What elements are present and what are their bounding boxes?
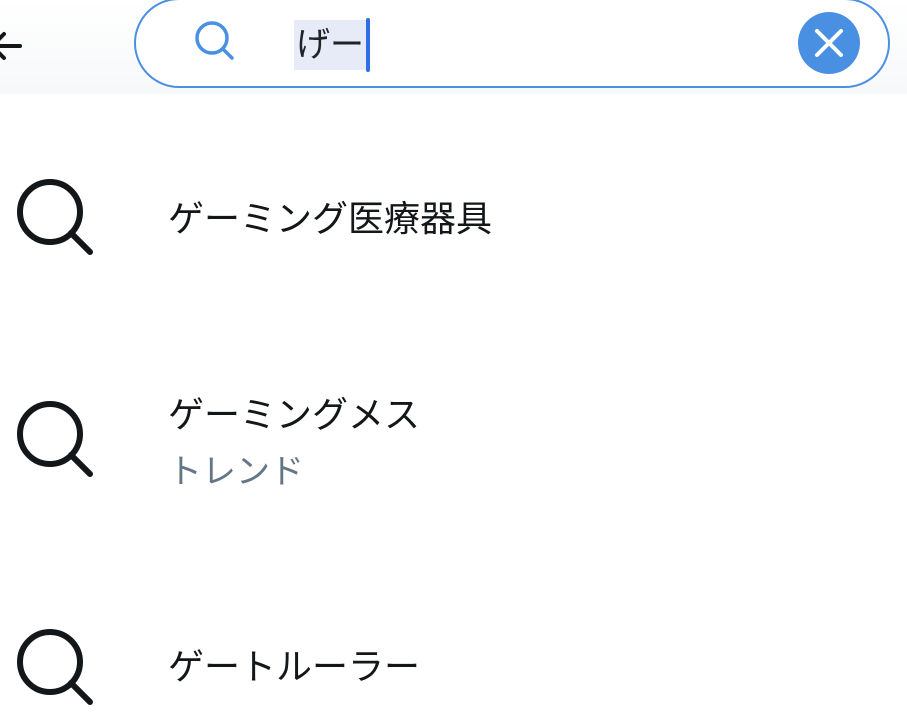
search-input[interactable]: げー: [294, 18, 370, 72]
clear-icon: [815, 29, 843, 57]
clear-button[interactable]: [798, 12, 860, 74]
search-icon: [17, 401, 93, 477]
suggestion-item[interactable]: ゲートルーラー: [0, 610, 907, 720]
suggestion-title: ゲートルーラー: [168, 647, 421, 688]
suggestion-title: ゲーミングメス: [168, 395, 421, 436]
suggestion-item[interactable]: ゲーミング医療器具: [0, 160, 907, 280]
search-query-text: げー: [294, 20, 366, 70]
search-header: げー: [0, 0, 907, 94]
suggestion-item[interactable]: ゲーミングメス トレンド: [0, 380, 907, 510]
text-caret: [366, 18, 370, 72]
suggestion-title: ゲーミング医療器具: [168, 199, 493, 240]
search-icon: [195, 21, 234, 60]
search-icon: [17, 179, 93, 255]
search-field[interactable]: げー: [134, 0, 890, 88]
search-icon: [17, 629, 93, 705]
suggestion-subtitle: トレンド: [168, 452, 304, 492]
back-arrow-icon[interactable]: [0, 26, 26, 66]
